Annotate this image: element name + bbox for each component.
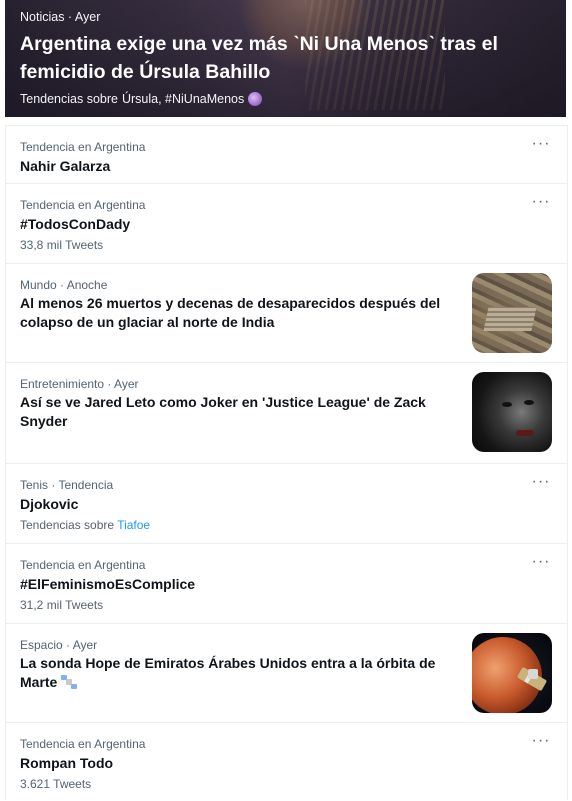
thumbnail-detail <box>528 669 538 679</box>
trend-item[interactable]: Tendencia en Argentina #ElFeminismoEsCom… <box>6 543 567 624</box>
news-title-text: La sonda Hope de Emiratos Árabes Unidos … <box>20 655 436 690</box>
trend-category: Tenis · Tendencia <box>20 478 114 492</box>
trend-name[interactable]: Rompan Todo <box>20 755 113 771</box>
featured-news-tags: Tendencias sobre Úrsula, #NiUnaMenos <box>20 92 263 106</box>
trend-name[interactable]: Nahir Galarza <box>20 158 110 174</box>
trend-tweet-count: 3.621 Tweets <box>20 777 92 791</box>
more-options-icon[interactable]: ··· <box>531 136 551 152</box>
trend-tweet-count: 33,8 mil Tweets <box>20 238 104 252</box>
trend-name[interactable]: #ElFeminismoEsComplice <box>20 576 195 592</box>
trend-related-link[interactable]: Tiafoe <box>117 518 150 532</box>
news-category: Mundo · Anoche <box>20 278 108 292</box>
trend-tweet-count: 31,2 mil Tweets <box>20 598 104 612</box>
news-item[interactable]: Mundo · Anoche Al menos 26 muertos y dec… <box>6 263 567 363</box>
news-title[interactable]: Así se ve Jared Leto como Joker en 'Just… <box>20 393 450 431</box>
news-category: Espacio · Ayer <box>20 638 98 652</box>
featured-news-title[interactable]: Argentina exige una vez más ˋNi Una Meno… <box>20 30 560 86</box>
trend-name[interactable]: Djokovic <box>20 496 78 512</box>
news-thumbnail[interactable] <box>472 633 552 713</box>
news-item[interactable]: Espacio · Ayer La sonda Hope de Emiratos… <box>6 623 567 723</box>
featured-news-card[interactable]: Noticias · Ayer Argentina exige una vez … <box>5 0 566 117</box>
trend-related-prefix: Tendencias sobre <box>20 518 115 532</box>
trend-category: Tendencia en Argentina <box>20 140 146 154</box>
more-options-icon[interactable]: ··· <box>531 194 551 210</box>
satellite-icon <box>61 675 78 689</box>
featured-tags-prefix: Tendencias sobre <box>20 92 118 106</box>
more-options-icon[interactable]: ··· <box>531 733 551 749</box>
thumbnail-detail <box>483 307 537 331</box>
news-category: Entretenimiento · Ayer <box>20 377 139 391</box>
news-thumbnail[interactable] <box>472 273 552 353</box>
news-title[interactable]: La sonda Hope de Emiratos Árabes Unidos … <box>20 654 450 692</box>
trend-related: Tendencias sobre Tiafoe <box>20 518 150 532</box>
more-options-icon[interactable]: ··· <box>531 554 551 570</box>
featured-news-meta: Noticias · Ayer <box>20 10 101 24</box>
thumbnail-detail <box>516 430 534 436</box>
more-options-icon[interactable]: ··· <box>531 474 551 490</box>
trend-item[interactable]: Tendencia en Argentina Nahir Galarza ··· <box>6 125 567 184</box>
trend-category: Tendencia en Argentina <box>20 558 146 572</box>
trend-item[interactable]: Tendencia en Argentina #TodosConDady 33,… <box>6 183 567 264</box>
trends-list: Tendencia en Argentina Nahir Galarza ···… <box>5 125 568 800</box>
trend-item[interactable]: Tenis · Tendencia Djokovic Tendencias so… <box>6 463 567 544</box>
trend-category: Tendencia en Argentina <box>20 198 146 212</box>
news-item[interactable]: Entretenimiento · Ayer Así se ve Jared L… <box>6 362 567 464</box>
crystal-ball-icon <box>248 92 263 106</box>
trend-category: Tendencia en Argentina <box>20 737 146 751</box>
featured-tags-list[interactable]: Úrsula, #NiUnaMenos <box>122 92 244 106</box>
thumbnail-detail <box>524 400 534 405</box>
trend-name[interactable]: #TodosConDady <box>20 216 130 232</box>
thumbnail-detail <box>502 402 512 407</box>
news-thumbnail[interactable] <box>472 372 552 452</box>
news-title[interactable]: Al menos 26 muertos y decenas de desapar… <box>20 294 450 332</box>
trend-item[interactable]: Tendencia en Argentina Rompan Todo 3.621… <box>6 722 567 801</box>
